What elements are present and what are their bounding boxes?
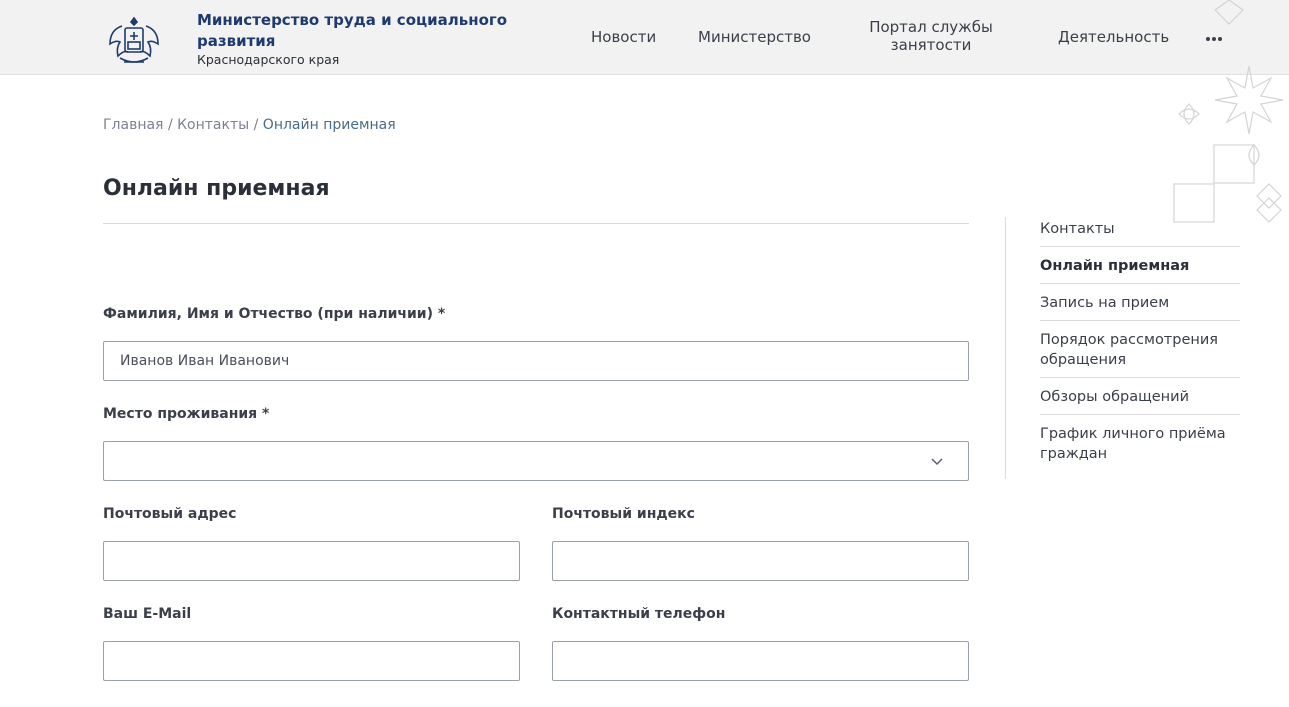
chevron-down-icon	[931, 458, 943, 466]
coat-of-arms-icon[interactable]	[106, 14, 162, 68]
email-input[interactable]	[103, 641, 520, 681]
sidebar-divider	[1040, 283, 1240, 284]
page-title: Онлайн приемная	[103, 176, 330, 201]
postal-index-label: Почтовый индекс	[552, 506, 695, 522]
nav-ministry[interactable]: Министерство	[698, 28, 811, 46]
nav-activity[interactable]: Деятельность	[1058, 28, 1169, 46]
nav-news[interactable]: Новости	[591, 28, 656, 46]
breadcrumb-separator: /	[167, 117, 173, 133]
postal-index-input[interactable]	[552, 541, 969, 581]
postal-address-input[interactable]	[103, 541, 520, 581]
phone-input[interactable]	[552, 641, 969, 681]
residence-label: Место проживания *	[103, 406, 270, 422]
residence-select[interactable]	[103, 441, 969, 481]
email-label: Ваш E-Mail	[103, 606, 192, 622]
sidebar-item-review-procedure[interactable]: Порядок рассмотрения обращения	[1040, 330, 1240, 370]
breadcrumb-current: Онлайн приемная	[262, 117, 396, 133]
phone-label: Контактный телефон	[552, 606, 726, 622]
ornament-decoration-icon	[1173, 0, 1284, 223]
site-header: Министерство труда и социального развити…	[0, 0, 1289, 75]
nav-employment-portal[interactable]: Портал службы занятости	[862, 18, 1000, 54]
sidebar-nav: Контакты Онлайн приемная Запись на прием…	[1005, 217, 1245, 479]
sidebar-item-appeal-reviews[interactable]: Обзоры обращений	[1040, 387, 1240, 407]
sidebar-divider	[1040, 377, 1240, 378]
sidebar-item-appointment[interactable]: Запись на прием	[1040, 293, 1240, 313]
org-title[interactable]: Министерство труда и социального развити…	[197, 10, 557, 52]
breadcrumb-contacts[interactable]: Контакты	[177, 117, 249, 133]
title-divider	[103, 223, 969, 224]
sidebar-item-contacts[interactable]: Контакты	[1040, 219, 1240, 239]
sidebar-item-reception-schedule[interactable]: График личного приёма граждан	[1040, 424, 1240, 464]
fio-input[interactable]	[103, 341, 969, 381]
postal-address-label: Почтовый адрес	[103, 506, 237, 522]
sidebar-divider	[1040, 414, 1240, 415]
breadcrumb-separator: /	[253, 117, 259, 133]
org-subtitle: Краснодарского края	[197, 52, 340, 67]
sidebar-divider	[1040, 246, 1240, 247]
breadcrumb-home[interactable]: Главная	[103, 117, 163, 133]
sidebar-divider	[1040, 320, 1240, 321]
sidebar-item-online-reception[interactable]: Онлайн приемная	[1040, 256, 1240, 276]
breadcrumb: Главная / Контакты / Онлайн приемная	[103, 117, 396, 133]
fio-label: Фамилия, Имя и Отчество (при наличии) *	[103, 306, 446, 322]
